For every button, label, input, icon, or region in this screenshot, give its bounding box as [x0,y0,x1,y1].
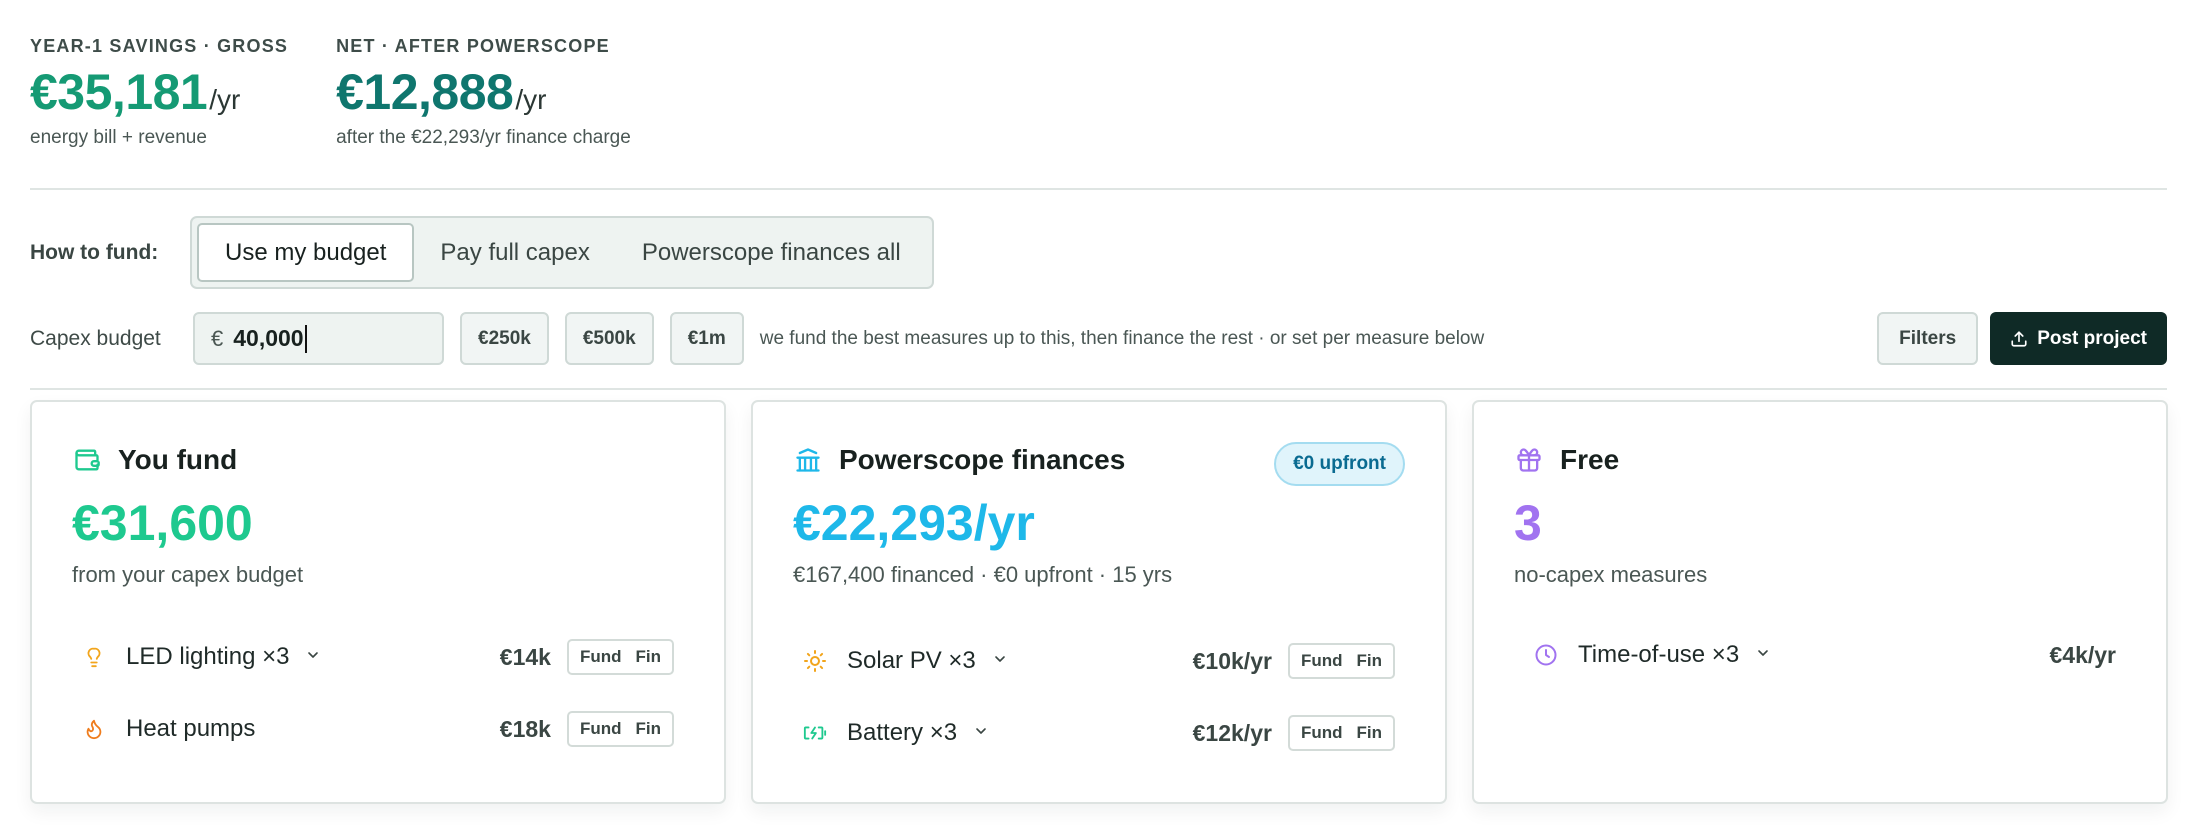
card-title: Powerscope finances [839,444,1126,475]
chevron-down-icon[interactable] [973,723,989,744]
measure-name: LED lighting ×3 [126,643,290,670]
divider [30,388,2167,390]
funding-option-pay-full-capex[interactable]: Pay full capex [414,223,615,282]
fund-option[interactable]: Fund [1290,645,1354,677]
chevron-down-icon[interactable] [305,647,321,668]
capex-budget-hint: we fund the best measures up to this, th… [759,327,1485,349]
fin-option[interactable]: Fin [1354,717,1394,749]
funding-mode-label: How to fund: [30,240,159,264]
chevron-down-icon[interactable] [1755,645,1771,666]
savings-summary: YEAR-1 SAVINGS · GROSS €35,181 /yr energ… [30,36,631,149]
net-savings-unit: /yr [515,84,547,115]
measure-list: Time-of-use ×3 €4k/yr [1524,633,2116,705]
funding-mode-segmented-control: Use my budget Pay full capex Powerscope … [190,216,934,289]
battery-charging-icon [803,721,827,745]
capex-budget-row: Capex budget € 40,000 €250k €500k €1m we… [30,312,2167,365]
funding-option-powerscope-finances-all[interactable]: Powerscope finances all [616,223,927,282]
flame-icon [82,717,106,741]
gross-savings-unit: /yr [209,84,241,115]
you-fund-desc: from your capex budget [72,562,304,587]
fund-option[interactable]: Fund [1290,717,1354,749]
wallet-icon [72,445,102,475]
card-title: You fund [118,444,238,475]
funding-cards: You fund €31,600 from your capex budget … [30,400,2168,804]
measure-solar-pv: Solar PV ×3 €10k/yr Fund Fin [793,639,1395,683]
fund-fin-toggle: Fund Fin [1287,643,1395,679]
measure-name: Time-of-use ×3 [1578,641,1740,668]
funding-mode-row: How to fund: Use my budget Pay full cape… [30,216,934,289]
filters-button[interactable]: Filters [1877,312,1979,365]
upload-icon [2011,330,2027,347]
gross-savings-sub: energy bill + revenue [30,127,207,148]
capex-budget-value: 40,000 [233,325,304,351]
measure-heat-pumps: Heat pumps €18k Fund Fin [72,707,674,751]
measure-name: Solar PV ×3 [847,647,976,674]
fund-option[interactable]: Fund [569,641,633,673]
chevron-down-icon[interactable] [992,651,1008,672]
gross-savings-kicker: YEAR-1 SAVINGS · GROSS [30,36,289,56]
measure-list: Solar PV ×3 €10k/yr Fund Fin Battery ×3 [793,639,1395,783]
fund-option[interactable]: Fund [569,713,633,745]
free-desc: no-capex measures [1514,562,1708,587]
fin-option[interactable]: Fin [633,713,673,745]
net-savings-sub: after the €22,293/yr finance charge [336,127,631,148]
net-savings-kicker: NET · AFTER POWERSCOPE [336,36,610,56]
net-savings-value: €12,888 [336,64,514,120]
fund-fin-toggle: Fund Fin [566,711,674,747]
bank-icon [793,445,823,475]
post-project-label: Post project [2037,327,2147,349]
capex-budget-input[interactable]: € 40,000 [193,312,444,365]
measure-value: €4k/yr [2049,641,2116,668]
post-project-button[interactable]: Post project [1990,312,2167,365]
gross-savings-amount: €35,181 /yr [30,63,288,121]
free-card: Free 3 no-capex measures Time-of-use ×3 … [1472,400,2168,804]
currency-symbol: € [211,325,224,351]
gross-savings-stat: YEAR-1 SAVINGS · GROSS €35,181 /yr energ… [30,36,288,149]
measure-led-lighting: LED lighting ×3 €14k Fund Fin [72,635,674,679]
clock-icon [1534,643,1558,667]
funding-option-use-my-budget[interactable]: Use my budget [197,223,415,282]
text-caret [304,324,307,353]
measure-name: Heat pumps [126,715,256,742]
preset-500k-button[interactable]: €500k [564,312,654,365]
measure-value: €10k/yr [1192,647,1272,674]
measure-name: Battery ×3 [847,719,958,746]
measure-value: €18k [499,715,551,742]
fund-fin-toggle: Fund Fin [1287,715,1395,751]
capex-budget-label: Capex budget [30,326,161,350]
measure-time-of-use: Time-of-use ×3 €4k/yr [1524,633,2116,677]
you-fund-amount: €31,600 [72,495,253,551]
measure-value: €12k/yr [1192,719,1272,746]
free-count: 3 [1514,495,1542,551]
fin-option[interactable]: Fin [1354,645,1394,677]
divider [30,188,2167,190]
gross-savings-value: €35,181 [30,64,208,120]
card-title: Free [1560,444,1620,475]
fin-option[interactable]: Fin [633,641,673,673]
financed-amount: €22,293/yr [793,495,1035,551]
fund-fin-toggle: Fund Fin [566,639,674,675]
measure-list: LED lighting ×3 €14k Fund Fin Heat pumps… [72,635,674,779]
preset-1m-button[interactable]: €1m [669,312,744,365]
card-header: Free [1514,442,2126,478]
net-savings-stat: NET · AFTER POWERSCOPE €12,888 /yr after… [336,36,631,149]
gift-icon [1514,445,1544,475]
card-header: You fund [72,442,684,478]
lightbulb-icon [82,645,106,669]
net-savings-amount: €12,888 /yr [336,63,631,121]
measure-value: €14k [499,643,551,670]
powerscope-finances-card: Powerscope finances €0 upfront €22,293/y… [751,400,1447,804]
preset-250k-button[interactable]: €250k [460,312,549,365]
you-fund-card: You fund €31,600 from your capex budget … [30,400,726,804]
sun-icon [803,649,827,673]
zero-upfront-badge: €0 upfront [1274,442,1405,486]
financed-desc: €167,400 financed · €0 upfront · 15 yrs [793,562,1173,587]
measure-battery: Battery ×3 €12k/yr Fund Fin [793,711,1395,755]
